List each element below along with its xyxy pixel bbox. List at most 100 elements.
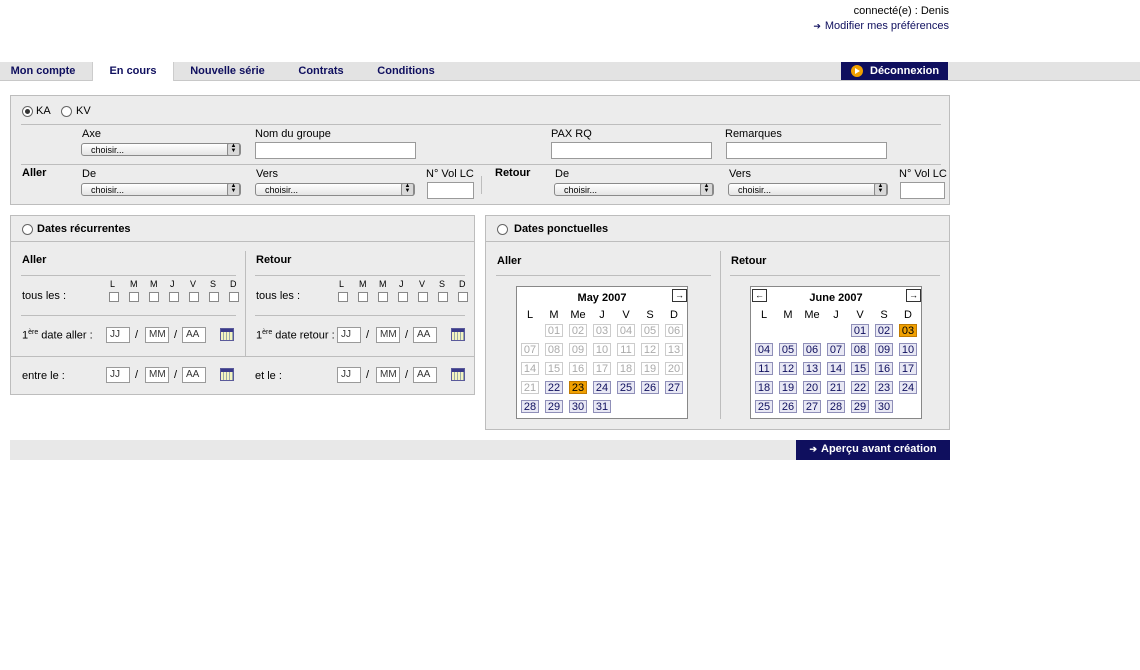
first-aller-aa-input[interactable]: AA [182,327,206,343]
aller-vol-input[interactable] [427,182,474,199]
radio-ka[interactable] [22,106,33,117]
first-aller-jj-input[interactable]: JJ [106,327,130,343]
prev-month-icon[interactable]: ← [752,289,767,302]
calendar-day[interactable]: 22 [851,381,869,394]
retour-de-select[interactable]: choisir... ▲ ▼ [554,183,714,196]
axe-select[interactable]: choisir... ▲ ▼ [81,143,241,156]
pax-input[interactable] [551,142,712,159]
preview-button[interactable]: ➔ Aperçu avant création [796,440,950,460]
next-month-icon[interactable]: → [672,289,687,302]
group-name-input[interactable] [255,142,416,159]
tab-mon-compte[interactable]: Mon compte [0,62,86,80]
retour-day-checkbox[interactable] [438,292,448,302]
calendar-day[interactable]: 28 [521,400,539,413]
radio-kv[interactable] [61,106,72,117]
retour-day-checkbox[interactable] [358,292,368,302]
calendar-day[interactable]: 31 [593,400,611,413]
retour-day-checkbox[interactable] [418,292,428,302]
calendar-day: 12 [641,343,659,356]
calendar-day[interactable]: 20 [803,381,821,394]
tab-contrats[interactable]: Contrats [285,62,357,80]
calendar-day[interactable]: 02 [875,324,893,337]
radio-punctual[interactable] [497,224,508,235]
remarks-input[interactable] [726,142,887,159]
first-retour-jj-input[interactable]: JJ [337,327,361,343]
calendar-day[interactable]: 05 [779,343,797,356]
and-mm-input[interactable]: MM [376,367,400,383]
calendar-day[interactable]: 29 [545,400,563,413]
calendar-day[interactable]: 04 [755,343,773,356]
calendar-day[interactable]: 15 [851,362,869,375]
calendar-day[interactable]: 26 [641,381,659,394]
aller-day-checkbox[interactable] [149,292,159,302]
calendar-day[interactable]: 23 [569,381,587,394]
tab-conditions[interactable]: Conditions [366,62,446,80]
calendar-icon[interactable] [220,328,234,341]
calendar-day[interactable]: 30 [569,400,587,413]
aller-day-checkbox[interactable] [189,292,199,302]
retour-day-checkbox[interactable] [378,292,388,302]
calendar-day[interactable]: 23 [875,381,893,394]
retour-vers-select[interactable]: choisir... ▲ ▼ [728,183,888,196]
first-retour-aa-input[interactable]: AA [413,327,437,343]
between-jj-input[interactable]: JJ [106,367,130,383]
calendar-day[interactable]: 06 [803,343,821,356]
calendar-icon[interactable] [220,368,234,381]
and-aa-input[interactable]: AA [413,367,437,383]
tab-en-cours[interactable]: En cours [92,62,174,81]
aller-day-checkbox[interactable] [109,292,119,302]
calendar-day[interactable]: 01 [851,324,869,337]
aller-day-checkbox[interactable] [209,292,219,302]
calendar-day[interactable]: 09 [875,343,893,356]
calendar-day[interactable]: 19 [779,381,797,394]
calendar-day[interactable]: 30 [875,400,893,413]
retour-day-checkbox[interactable] [338,292,348,302]
aller-day-checkbox[interactable] [129,292,139,302]
calendar-day[interactable]: 25 [617,381,635,394]
calendar-day[interactable]: 11 [755,362,773,375]
ka-label: KA [36,105,51,117]
preferences-link[interactable]: Modifier mes préférences [825,20,949,32]
aller-day-checkbox[interactable] [229,292,239,302]
aller-de-select[interactable]: choisir... ▲ ▼ [81,183,241,196]
calendar-day[interactable]: 12 [779,362,797,375]
calendar-day[interactable]: 17 [899,362,917,375]
next-month-icon[interactable]: → [906,289,921,302]
calendar-day[interactable]: 03 [899,324,917,337]
calendar-day[interactable]: 24 [899,381,917,394]
retour-day-checkbox[interactable] [398,292,408,302]
between-aa-input[interactable]: AA [182,367,206,383]
calendar-day[interactable]: 08 [851,343,869,356]
retour-vol-input[interactable] [900,182,945,199]
tab-nouvelle-serie[interactable]: Nouvelle série [180,62,275,80]
retour-vol-label: N° Vol LC [899,168,947,180]
calendar-day[interactable]: 27 [665,381,683,394]
calendar-day[interactable]: 21 [827,381,845,394]
calendar-icon[interactable] [451,368,465,381]
weekday-label: S [646,309,654,321]
calendar-day[interactable]: 10 [899,343,917,356]
calendar-day[interactable]: 26 [779,400,797,413]
first-retour-mm-input[interactable]: MM [376,327,400,343]
calendar-day[interactable]: 24 [593,381,611,394]
calendar-day[interactable]: 07 [827,343,845,356]
aller-vers-select[interactable]: choisir... ▲ ▼ [255,183,415,196]
retour-day-label: V [419,279,426,289]
calendar-day[interactable]: 29 [851,400,869,413]
aller-day-checkbox[interactable] [169,292,179,302]
logout-button[interactable]: Déconnexion [841,62,948,80]
calendar-day[interactable]: 16 [875,362,893,375]
calendar-day[interactable]: 22 [545,381,563,394]
calendar-icon[interactable] [451,328,465,341]
calendar-day[interactable]: 28 [827,400,845,413]
and-jj-input[interactable]: JJ [337,367,361,383]
calendar-day[interactable]: 18 [755,381,773,394]
retour-day-checkbox[interactable] [458,292,468,302]
radio-recurrent[interactable] [22,224,33,235]
calendar-day[interactable]: 13 [803,362,821,375]
first-aller-mm-input[interactable]: MM [145,327,169,343]
calendar-day[interactable]: 27 [803,400,821,413]
between-mm-input[interactable]: MM [145,367,169,383]
calendar-day[interactable]: 25 [755,400,773,413]
calendar-day[interactable]: 14 [827,362,845,375]
